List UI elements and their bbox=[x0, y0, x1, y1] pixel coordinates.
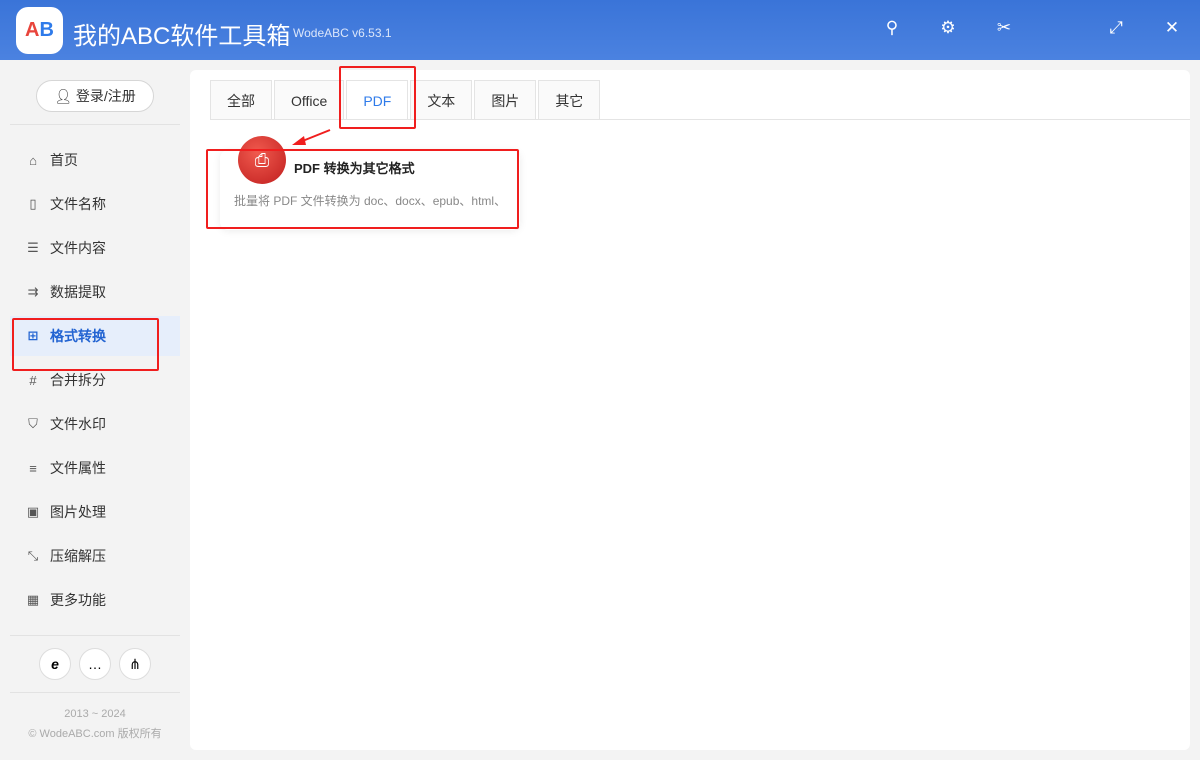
sidebar-item-label: 文件属性 bbox=[50, 460, 106, 476]
sidebar-item-icon: ▯ bbox=[29, 196, 37, 211]
sidebar-item-10[interactable]: ▦ 更多功能 bbox=[10, 580, 180, 620]
login-button[interactable]: 👤︎ 登录/注册 bbox=[36, 80, 154, 112]
scissors-icon[interactable]: ✂ bbox=[992, 18, 1016, 42]
highlight-pdf-tab bbox=[339, 66, 416, 129]
divider bbox=[10, 692, 180, 693]
chat-icon[interactable]: … bbox=[79, 648, 111, 680]
sidebar-item-icon: ▦ bbox=[26, 592, 40, 607]
sidebar-item-label: 文件水印 bbox=[50, 416, 106, 432]
sidebar-item-icon: ⤡ bbox=[27, 548, 39, 563]
sidebar-item-3[interactable]: ⇉ 数据提取 bbox=[10, 272, 180, 312]
sidebar-item-2[interactable]: ☰ 文件内容 bbox=[10, 228, 180, 268]
sidebar-item-9[interactable]: ⤡ 压缩解压 bbox=[10, 536, 180, 576]
maximize-icon[interactable]: ⤢ bbox=[1104, 18, 1128, 42]
years: 2013 ~ 2024 bbox=[64, 708, 126, 720]
sidebar-item-7[interactable]: ≡ 文件属性 bbox=[10, 448, 180, 488]
sidebar-item-label: 图片处理 bbox=[50, 504, 106, 520]
app-version: WodeABC v6.53.1 bbox=[293, 26, 392, 40]
user-icon: 👤︎ bbox=[54, 88, 76, 104]
highlight-format-nav bbox=[12, 318, 159, 371]
app-logo: AB bbox=[16, 7, 63, 54]
sidebar: 👤︎ 登录/注册 ⌂ 首页 ▯ 文件名称 ☰ 文件内容 ⇉ 数据提取 ⊞ 格式转换 # 合并拆分 ⛉ 文件… bbox=[0, 60, 190, 760]
highlight-card bbox=[206, 149, 519, 229]
sidebar-item-label: 数据提取 bbox=[50, 284, 106, 300]
sidebar-item-0[interactable]: ⌂ 首页 bbox=[10, 140, 180, 180]
tab-4[interactable]: 图片 bbox=[474, 80, 537, 120]
tab-3[interactable]: 文本 bbox=[410, 80, 473, 120]
ie-icon[interactable]: e bbox=[39, 648, 71, 680]
sidebar-item-8[interactable]: ▣ 图片处理 bbox=[10, 492, 180, 532]
copyright: © WodeABC.com 版权所有 bbox=[28, 728, 162, 740]
sidebar-item-label: 首页 bbox=[50, 152, 78, 168]
title-bar: AB 我的ABC软件工具箱 WodeABC v6.53.1 ⚲ ⚙ ✂ ⤢ ✕ bbox=[0, 0, 1200, 60]
arrow-annotation bbox=[292, 129, 331, 145]
sidebar-item-icon: ≡ bbox=[29, 460, 37, 476]
tab-1[interactable]: Office bbox=[274, 80, 345, 120]
sidebar-item-label: 文件内容 bbox=[50, 240, 106, 256]
sidebar-item-1[interactable]: ▯ 文件名称 bbox=[10, 184, 180, 224]
sidebar-item-icon: ▣ bbox=[26, 504, 40, 519]
divider bbox=[10, 635, 180, 636]
sidebar-item-icon: # bbox=[29, 372, 37, 388]
gear-icon[interactable]: ⚙ bbox=[936, 18, 960, 42]
tab-5[interactable]: 其它 bbox=[538, 80, 601, 120]
sidebar-item-label: 更多功能 bbox=[50, 592, 106, 608]
sidebar-item-icon: ⌂ bbox=[29, 152, 37, 168]
sidebar-item-icon: ☰ bbox=[27, 240, 39, 255]
share-icon[interactable]: ⋔ bbox=[119, 648, 151, 680]
sidebar-item-icon: ⇉ bbox=[27, 284, 39, 299]
app-title: 我的ABC软件工具箱 bbox=[73, 23, 291, 50]
search-icon[interactable]: ⚲ bbox=[880, 18, 904, 42]
sidebar-item-icon: ⛉ bbox=[28, 416, 38, 431]
tab-0[interactable]: 全部 bbox=[210, 80, 272, 120]
close-icon[interactable]: ✕ bbox=[1160, 18, 1184, 42]
sidebar-item-label: 压缩解压 bbox=[50, 548, 106, 564]
sidebar-item-label: 合并拆分 bbox=[50, 372, 106, 388]
sidebar-item-label: 文件名称 bbox=[50, 196, 106, 212]
sidebar-item-6[interactable]: ⛉ 文件水印 bbox=[10, 404, 180, 444]
divider bbox=[10, 124, 180, 125]
